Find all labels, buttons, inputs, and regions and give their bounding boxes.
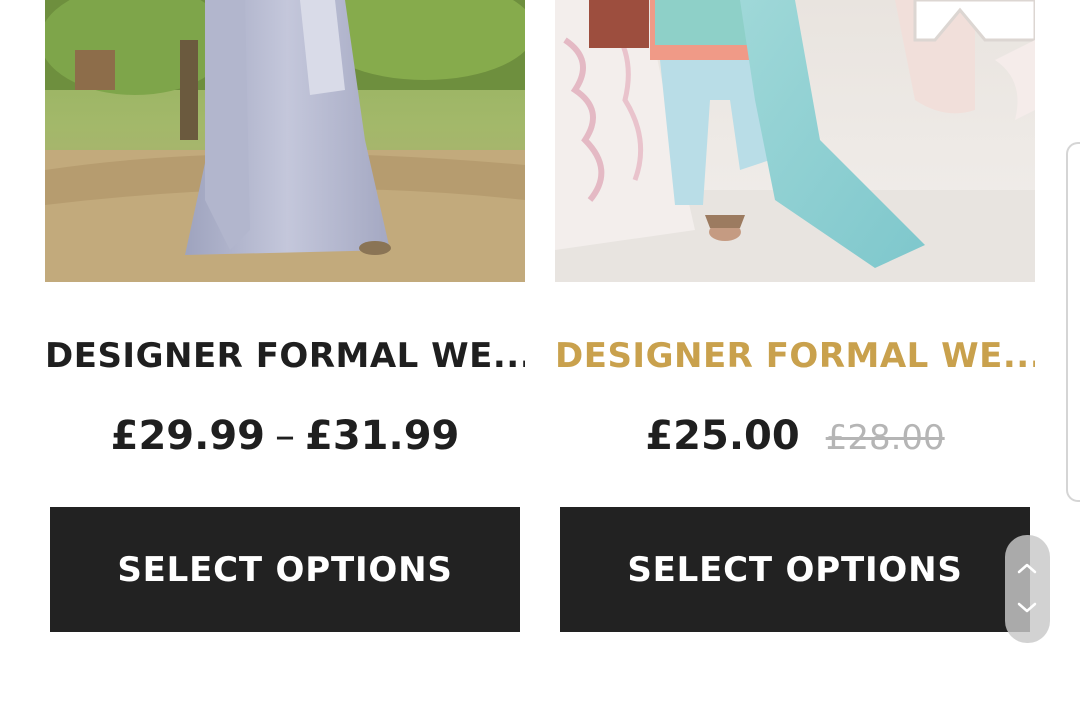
select-options-button[interactable]: SELECT OPTIONS [50, 507, 520, 632]
price-sale: £25.00 [645, 413, 800, 459]
select-options-button[interactable]: SELECT OPTIONS [560, 507, 1030, 632]
price-sale-row: £25.00 £28.00 [555, 408, 1035, 472]
product-image[interactable] [555, 0, 1035, 282]
scroll-widget [1005, 535, 1050, 643]
price-regular: £28.00 [825, 418, 945, 458]
product-card: DESIGNER FORMAL WE... £25.00 £28.00 SELEC… [555, 0, 1035, 708]
product-grid-page: DESIGNER FORMAL WE... £29.99– £31.99 SELE… [0, 0, 1080, 708]
product-title[interactable]: DESIGNER FORMAL WE... [555, 334, 1035, 378]
chevron-up-icon[interactable] [1015, 557, 1039, 581]
product-image[interactable] [45, 0, 525, 282]
price-from: £29.99 [110, 413, 265, 459]
price-range: £29.99– £31.99 [45, 408, 525, 472]
product-photo-lavender-dress [45, 0, 525, 282]
price-separator: – [275, 413, 295, 459]
edge-panel-handle[interactable] [1066, 142, 1080, 502]
chevron-down-icon[interactable] [1015, 595, 1039, 619]
product-card: DESIGNER FORMAL WE... £29.99– £31.99 SELE… [45, 0, 525, 708]
product-title[interactable]: DESIGNER FORMAL WE... [45, 334, 525, 378]
product-photo-mint-suit [555, 0, 1035, 282]
price-to: £31.99 [305, 413, 460, 459]
